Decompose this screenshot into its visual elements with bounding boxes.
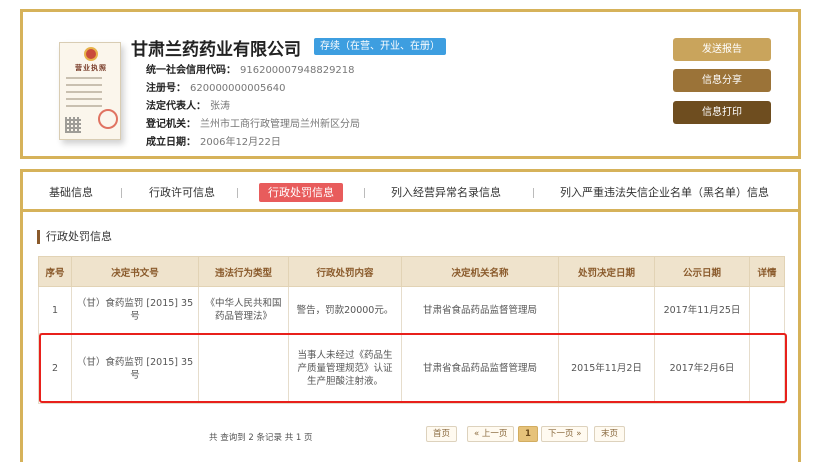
cell-violation: 《中华人民共和国药品管理法》 (198, 286, 289, 334)
cell-content: 当事人未经过《药品生产质量管理规范》认证生产胆酸注射液。 (288, 333, 402, 404)
tab-admin-license[interactable]: 行政许可信息 (149, 183, 215, 202)
send-report-button[interactable]: 发送报告 (673, 38, 771, 61)
content-panel: 基础信息 行政许可信息 行政处罚信息 列入经营异常名录信息 列入严重违法失信企业… (20, 169, 801, 462)
next-page-button[interactable]: 下一页 » (541, 426, 589, 442)
tab-bar: 基础信息 行政许可信息 行政处罚信息 列入经营异常名录信息 列入严重违法失信企业… (23, 172, 798, 212)
info-value: 2006年12月22日 (200, 137, 281, 148)
cell-decision-date (558, 286, 655, 334)
page-1-button[interactable]: 1 (518, 426, 538, 442)
prev-page-button[interactable]: « 上一页 (467, 426, 515, 442)
cell-publish-date: 2017年2月6日 (654, 333, 750, 404)
cell-violation (198, 333, 289, 404)
info-row-credit-code: 统一社会信用代码： 916200007948829218 (146, 62, 360, 80)
cell-no: 2 (38, 333, 72, 404)
official-seal-icon (98, 109, 118, 129)
table-row: 1 （甘）食药监罚 [2015] 35号 《中华人民共和国药品管理法》 警告，罚… (38, 286, 785, 334)
info-row-registration-no: 注册号： 620000000005640 (146, 80, 360, 98)
info-label: 成立日期： (146, 137, 196, 148)
info-value: 张涛 (210, 101, 230, 112)
national-emblem-icon (84, 47, 98, 61)
column-header: 决定书文号 (71, 256, 199, 287)
cell-doc-no: （甘）食药监罚 [2015] 35号 (71, 286, 199, 334)
cell-authority: 甘肃省食品药品监督管理局 (401, 286, 559, 334)
cell-detail[interactable] (749, 333, 785, 404)
cell-authority: 甘肃省食品药品监督管理局 (401, 333, 559, 404)
info-label: 统一社会信用代码： (146, 65, 236, 76)
company-name: 甘肃兰药药业有限公司 (131, 40, 301, 60)
column-header: 处罚决定日期 (558, 256, 655, 287)
info-label: 注册号： (146, 83, 186, 94)
column-header: 序号 (38, 256, 72, 287)
cell-publish-date: 2017年11月25日 (654, 286, 750, 334)
tab-basic-info[interactable]: 基础信息 (49, 183, 93, 202)
column-header: 违法行为类型 (198, 256, 289, 287)
table-row: 2 （甘）食药监罚 [2015] 35号 当事人未经过《药品生产质量管理规范》认… (38, 333, 785, 404)
tab-admin-penalty[interactable]: 行政处罚信息 (259, 183, 343, 202)
column-header: 行政处罚内容 (288, 256, 402, 287)
license-text-lines (66, 77, 102, 112)
column-header: 详情 (749, 256, 785, 287)
pagination-summary: 共 查询到 2 条记录 共 1 页 (209, 433, 313, 443)
license-paper: 营业执照 (59, 42, 121, 140)
share-info-button[interactable]: 信息分享 (673, 69, 771, 92)
company-info-list: 统一社会信用代码： 916200007948829218 注册号： 62000000… (146, 62, 360, 152)
section-title: 行政处罚信息 (37, 230, 112, 244)
info-row-authority: 登记机关： 兰州市工商行政管理局兰州新区分局 (146, 116, 360, 134)
tab-abnormal-list[interactable]: 列入经营异常名录信息 (391, 183, 501, 202)
license-title: 营业执照 (75, 64, 107, 72)
first-page-button[interactable]: 首页 (426, 426, 458, 442)
cell-no: 1 (38, 286, 72, 334)
info-row-legal-rep: 法定代表人： 张涛 (146, 98, 360, 116)
penalty-table: 序号 决定书文号 违法行为类型 行政处罚内容 决定机关名称 处罚决定日期 公示日… (38, 256, 785, 404)
info-value: 兰州市工商行政管理局兰州新区分局 (200, 119, 360, 130)
status-badge: 存续（在营、开业、在册） (314, 38, 446, 55)
column-header: 公示日期 (654, 256, 750, 287)
cell-doc-no: （甘）食药监罚 [2015] 35号 (71, 333, 199, 404)
company-card: 营业执照 甘肃兰药药业有限公司 存续（在营、开业、在册） 统一社会信用代码： 91… (20, 9, 801, 159)
info-row-founded-date: 成立日期： 2006年12月22日 (146, 134, 360, 152)
info-value: 916200007948829218 (240, 65, 355, 76)
tab-separator (121, 188, 122, 198)
tab-separator (237, 188, 238, 198)
qr-code-icon (65, 117, 81, 133)
cell-content: 警告，罚款20000元。 (288, 286, 402, 334)
info-label: 法定代表人： (146, 101, 206, 112)
info-value: 620000000005640 (190, 83, 286, 94)
tab-separator (364, 188, 365, 198)
tab-separator (533, 188, 534, 198)
tab-blacklist[interactable]: 列入严重违法失信企业名单（黑名单）信息 (560, 183, 769, 202)
last-page-button[interactable]: 末页 (594, 426, 626, 442)
cell-decision-date: 2015年11月2日 (558, 333, 655, 404)
cell-detail[interactable] (749, 286, 785, 334)
info-label: 登记机关： (146, 119, 196, 130)
business-license-thumbnail[interactable]: 营业执照 (51, 36, 131, 146)
print-info-button[interactable]: 信息打印 (673, 101, 771, 124)
column-header: 决定机关名称 (401, 256, 559, 287)
table-header-row: 序号 决定书文号 违法行为类型 行政处罚内容 决定机关名称 处罚决定日期 公示日… (38, 256, 785, 287)
